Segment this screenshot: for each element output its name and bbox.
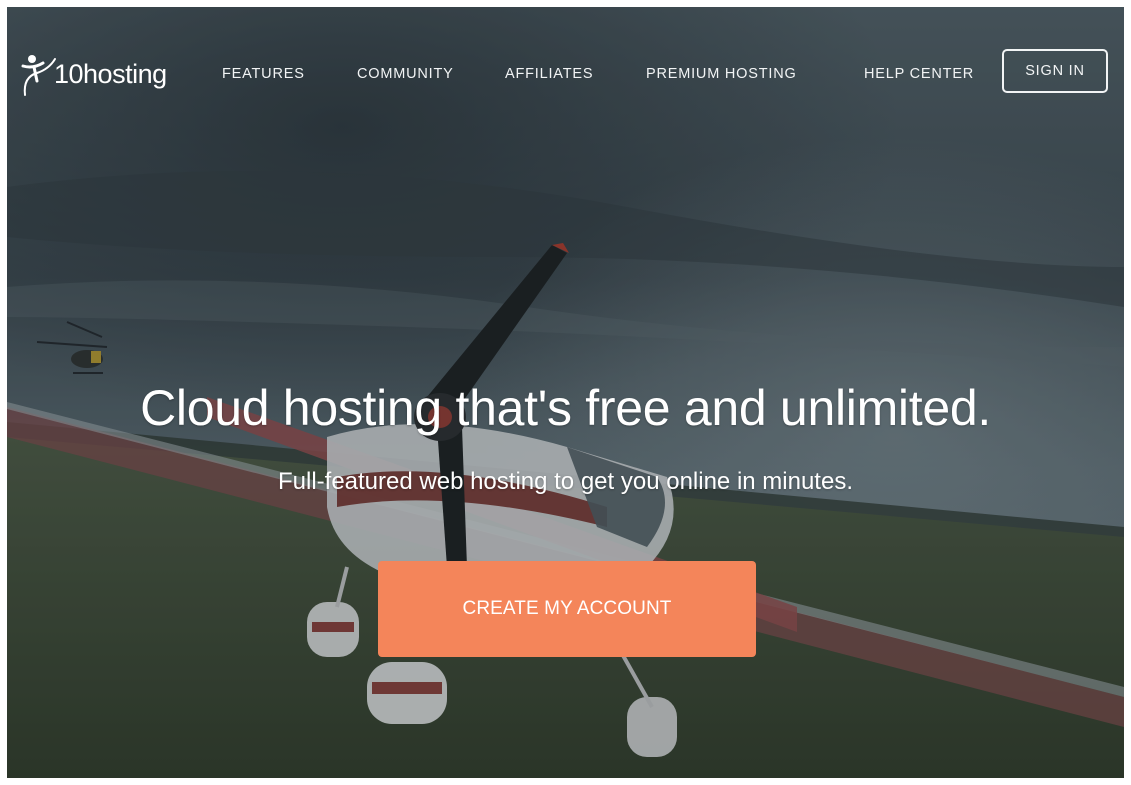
nav-community[interactable]: COMMUNITY <box>357 66 454 82</box>
sign-in-button[interactable]: SIGN IN <box>1002 49 1108 93</box>
page-frame: 10hosting FEATURES COMMUNITY AFFILIATES … <box>7 7 1124 778</box>
nav-help-center[interactable]: HELP CENTER <box>864 66 974 82</box>
create-account-button[interactable]: CREATE MY ACCOUNT <box>378 561 756 657</box>
hero-subtitle: Full-featured web hosting to get you onl… <box>277 468 853 495</box>
site-header: 10hosting FEATURES COMMUNITY AFFILIATES … <box>7 7 1124 137</box>
main-navigation: FEATURES COMMUNITY AFFILIATES PREMIUM HO… <box>7 66 1124 86</box>
nav-premium-hosting[interactable]: PREMIUM HOSTING <box>646 66 797 82</box>
nav-features[interactable]: FEATURES <box>222 66 305 82</box>
nav-affiliates[interactable]: AFFILIATES <box>505 66 593 82</box>
hero-title: Cloud hosting that's free and unlimited. <box>140 380 991 436</box>
